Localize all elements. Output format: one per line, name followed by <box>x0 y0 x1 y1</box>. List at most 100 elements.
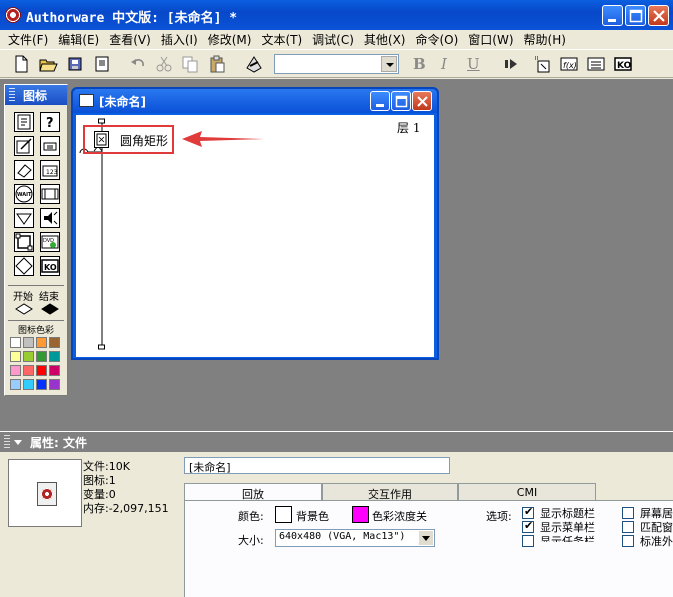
variables-button[interactable] <box>586 54 606 74</box>
menu-commands[interactable]: 命令(O) <box>411 30 464 49</box>
cut-button[interactable] <box>154 54 174 74</box>
font-dropdown[interactable] <box>274 54 399 74</box>
menu-debug[interactable]: 调试(C) <box>308 30 360 49</box>
flowline-minimize-button[interactable] <box>370 91 390 111</box>
color-swatch[interactable] <box>10 365 21 376</box>
sound-icon[interactable] <box>40 208 60 228</box>
icon-colors-label: 图标色彩 <box>18 326 55 336</box>
color-swatch[interactable] <box>49 365 60 376</box>
center-on-screen-checkbox[interactable] <box>622 507 634 519</box>
new-button[interactable] <box>11 54 31 74</box>
color-swatch[interactable] <box>23 337 34 348</box>
decision-icon[interactable] <box>14 256 34 276</box>
bold-button[interactable]: B <box>413 55 426 73</box>
undo-button[interactable] <box>128 54 148 74</box>
color-swatch[interactable] <box>23 379 34 390</box>
menu-insert[interactable]: 插入(I) <box>157 30 204 49</box>
color-swatch[interactable] <box>36 351 47 362</box>
open-button[interactable] <box>38 54 58 74</box>
filename-value: [未命名] <box>189 461 231 474</box>
motion-icon[interactable] <box>14 136 34 156</box>
color-swatch[interactable] <box>10 351 21 362</box>
svg-text:KO: KO <box>44 263 57 272</box>
functions-button[interactable]: f(x) <box>559 54 579 74</box>
display-icon[interactable] <box>14 112 34 132</box>
map-icon[interactable]: 123 <box>40 160 60 180</box>
display-icon[interactable] <box>94 131 109 148</box>
paste-button[interactable] <box>207 54 227 74</box>
size-dropdown[interactable]: 640x480 (VGA, Mac13") <box>275 529 435 547</box>
color-swatch[interactable] <box>49 379 60 390</box>
show-title-bar-checkbox[interactable] <box>522 505 534 519</box>
interaction-icon[interactable]: ? <box>40 112 60 132</box>
size-dropdown-value: 640x480 (VGA, Mac13") <box>279 531 406 542</box>
color-swatch[interactable] <box>36 379 47 390</box>
framework-icon[interactable] <box>14 232 34 252</box>
svg-text:123: 123 <box>46 169 58 176</box>
tab-cmi[interactable]: CMI <box>458 483 596 501</box>
run-button[interactable] <box>501 54 521 74</box>
cut-icon <box>156 56 172 72</box>
menu-edit[interactable]: 编辑(E) <box>54 30 105 49</box>
authorware-app-icon[interactable] <box>5 7 21 23</box>
background-color-swatch[interactable] <box>275 506 292 523</box>
close-button[interactable] <box>648 5 669 26</box>
properties-title[interactable]: 属性: 文件 <box>0 432 673 452</box>
paste-icon <box>210 55 225 73</box>
show-task-bar-checkbox[interactable] <box>522 535 534 547</box>
digital-movie-icon[interactable] <box>40 184 60 204</box>
color-swatch[interactable] <box>49 351 60 362</box>
color-swatch[interactable] <box>23 351 34 362</box>
menu-other[interactable]: 其他(X) <box>360 30 412 49</box>
color-swatch[interactable] <box>10 337 21 348</box>
navigate-icon[interactable] <box>14 208 34 228</box>
flowline-icon-label[interactable]: 圆角矩形 <box>120 132 168 149</box>
import-button[interactable] <box>92 54 112 74</box>
size-label: 大小: <box>238 534 264 547</box>
filename-field[interactable]: [未命名] <box>184 457 450 474</box>
italic-button[interactable]: I <box>441 55 447 73</box>
color-swatch[interactable] <box>10 379 21 390</box>
start-flag-icon[interactable] <box>14 302 34 319</box>
menu-modify[interactable]: 修改(M) <box>204 30 258 49</box>
match-window-checkbox[interactable] <box>622 521 634 533</box>
color-swatch[interactable] <box>23 365 34 376</box>
menu-view[interactable]: 查看(V) <box>105 30 157 49</box>
knowledge-object-icon[interactable]: KO <box>40 256 60 276</box>
end-flag-label: 结束 <box>39 292 59 303</box>
find-button[interactable] <box>244 54 264 74</box>
standard-appearance-checkbox[interactable] <box>622 535 634 547</box>
flowline-canvas[interactable]: 层 1 圆角矩形 <box>76 115 434 357</box>
menu-text[interactable]: 文本(T) <box>257 30 308 49</box>
wait-icon[interactable]: WAIT <box>14 184 34 204</box>
chevron-down-icon[interactable] <box>419 531 433 545</box>
flowline-close-button[interactable] <box>412 91 432 111</box>
control-panel-button[interactable] <box>532 54 552 74</box>
knowledge-objects-button[interactable]: KO <box>613 54 633 74</box>
flowline-maximize-button[interactable] <box>391 91 411 111</box>
menu-help[interactable]: 帮助(H) <box>520 30 572 49</box>
chroma-color-swatch[interactable] <box>352 506 369 523</box>
color-swatch[interactable] <box>49 337 60 348</box>
annotation-arrow-icon <box>182 131 264 147</box>
menu-file[interactable]: 文件(F) <box>4 30 54 49</box>
flowline-window: [未命名] 层 1 圆角矩形 <box>71 87 439 360</box>
svg-text:KO: KO <box>617 61 632 71</box>
dvd-icon[interactable]: DVD <box>40 232 60 252</box>
show-menu-bar-checkbox[interactable] <box>522 519 534 533</box>
underline-button[interactable]: U <box>467 55 480 73</box>
chevron-down-icon[interactable] <box>381 56 397 72</box>
color-swatch[interactable] <box>36 337 47 348</box>
maximize-button[interactable] <box>625 5 646 26</box>
end-flag-icon[interactable] <box>40 302 60 319</box>
erase-icon[interactable] <box>14 160 34 180</box>
knowledge-objects-icon: KO <box>614 57 632 71</box>
palette-divider <box>8 285 64 286</box>
minimize-button[interactable] <box>602 5 623 26</box>
save-all-button[interactable] <box>66 54 86 74</box>
tab-interaction[interactable]: 交互作用 <box>322 483 458 501</box>
calculation-icon[interactable] <box>40 136 60 156</box>
menu-window[interactable]: 窗口(W) <box>464 30 519 49</box>
copy-button[interactable] <box>180 54 200 74</box>
color-swatch[interactable] <box>36 365 47 376</box>
